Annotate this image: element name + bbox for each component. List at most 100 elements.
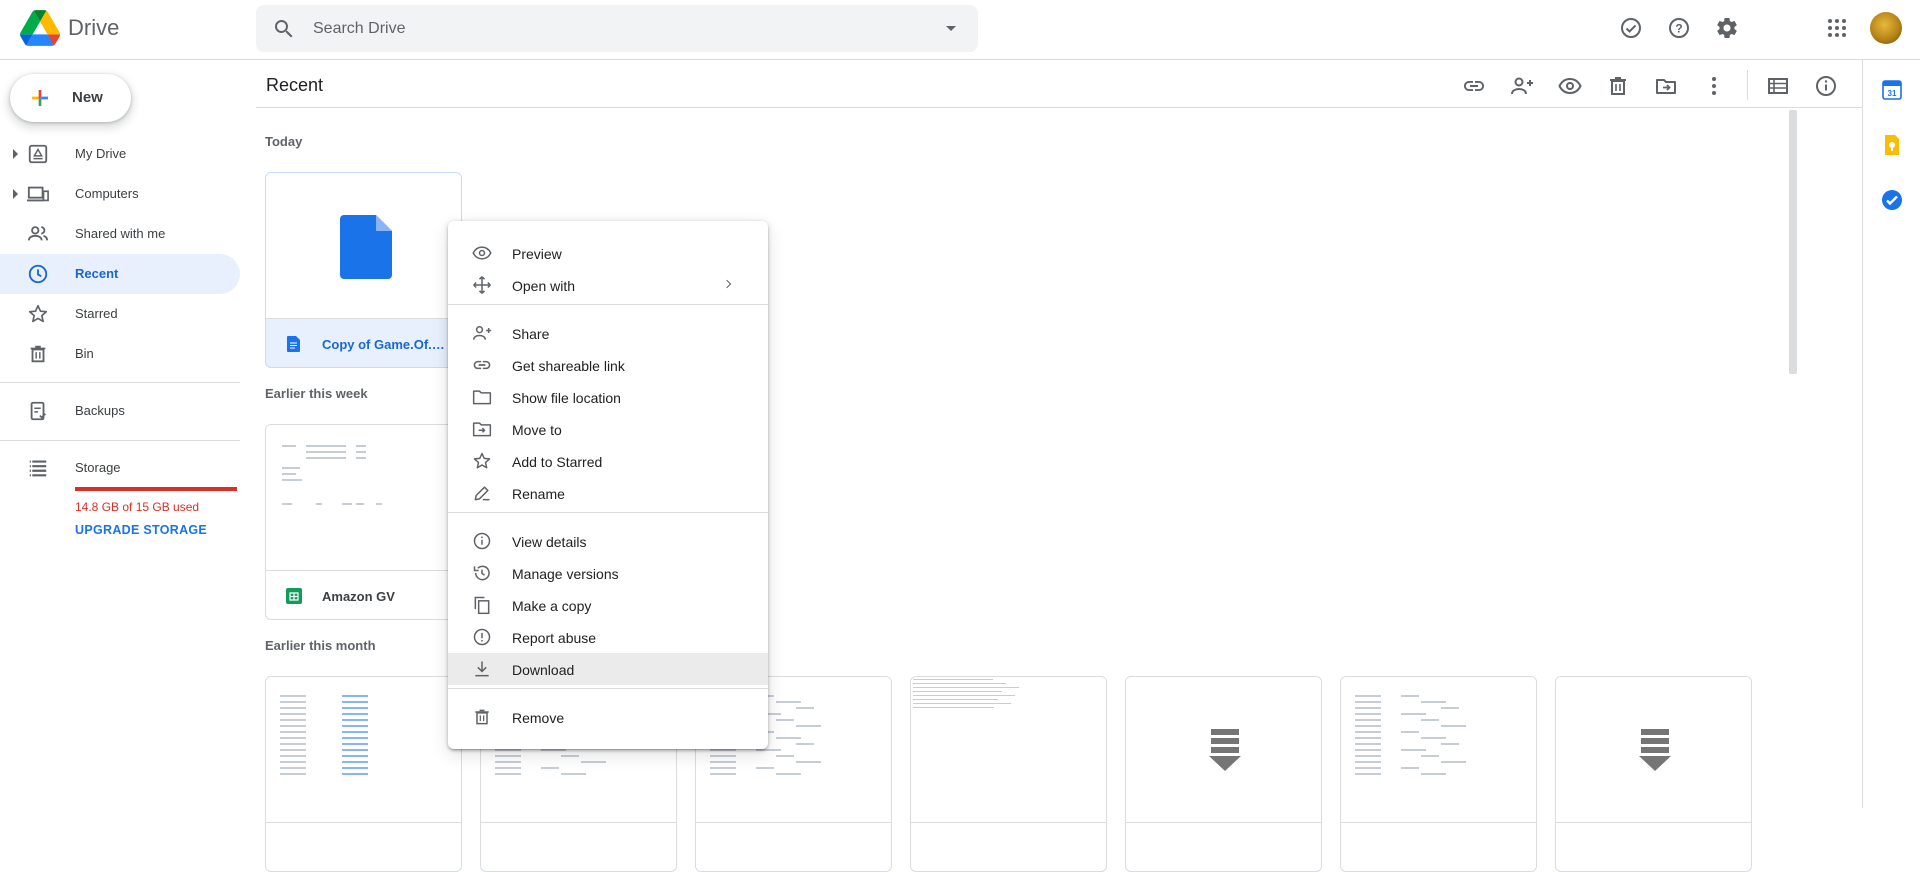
google-sheet-icon [286, 588, 302, 604]
sidebar-item-backups[interactable]: Backups [0, 391, 240, 431]
list-view-icon[interactable] [1764, 72, 1792, 100]
search-options-dropdown-icon[interactable] [946, 26, 956, 31]
menu-item-label: Move to [512, 422, 562, 438]
menu-item-rename[interactable]: Rename [448, 477, 768, 509]
history-icon [473, 565, 490, 581]
sidebar-item-bin[interactable]: Bin [0, 334, 240, 374]
calendar-icon[interactable]: 31 [1880, 78, 1904, 102]
sidebar-item-label: Backups [75, 403, 125, 418]
file-card[interactable]: Copy of Game.Of.Th... [265, 172, 462, 368]
menu-item-make-a-copy[interactable]: Make a copy [448, 589, 768, 621]
sidebar-item-label: Shared with me [75, 226, 166, 241]
report-icon [473, 628, 491, 646]
menu-item-share[interactable]: Share [448, 317, 768, 349]
section-header-earlier-this-week: Earlier this week [265, 386, 368, 401]
file-card[interactable] [1555, 676, 1752, 872]
section-header-today: Today [265, 134, 303, 149]
download-file-icon [1639, 729, 1671, 771]
settings-icon[interactable] [1713, 14, 1741, 42]
sidebar-item-shared-with-me[interactable]: Shared with me [0, 214, 240, 254]
menu-item-add-to-starred[interactable]: Add to Starred [448, 445, 768, 477]
link-icon[interactable] [1460, 72, 1488, 100]
folder-icon [472, 390, 492, 405]
menu-divider [448, 688, 768, 689]
tasks-icon[interactable] [1880, 188, 1904, 212]
computers-icon [27, 186, 49, 202]
file-card[interactable] [1125, 676, 1322, 872]
google-doc-icon [287, 336, 300, 352]
sidebar-item-label: Starred [75, 306, 118, 321]
sidebar-divider [0, 382, 240, 383]
file-card[interactable] [910, 676, 1107, 872]
file-thumbnail [1126, 677, 1321, 823]
vertical-scrollbar[interactable] [1789, 110, 1797, 374]
download-file-icon [1209, 729, 1241, 771]
svg-text:?: ? [1675, 22, 1682, 36]
backups-icon [30, 401, 46, 421]
file-card[interactable] [265, 676, 462, 872]
search-input[interactable]: Search Drive [313, 20, 405, 38]
chevron-right-icon [722, 279, 732, 289]
help-icon[interactable]: ? [1665, 14, 1693, 42]
file-card[interactable]: Amazon GV [265, 424, 462, 620]
link-icon [473, 360, 491, 370]
menu-item-label: Make a copy [512, 598, 592, 614]
move-icon[interactable] [1652, 72, 1680, 100]
move-to-icon [472, 422, 492, 437]
menu-item-open-with[interactable]: Open with [448, 269, 768, 301]
menu-item-view-details[interactable]: View details [448, 525, 768, 557]
sidebar-divider [0, 440, 240, 441]
search-icon[interactable] [272, 17, 296, 41]
storage-usage-bar [75, 487, 237, 491]
keep-icon[interactable] [1880, 133, 1904, 157]
sidebar-item-label: My Drive [75, 146, 127, 161]
account-avatar[interactable] [1870, 12, 1902, 44]
file-name: Copy of Game.Of.Th... [322, 337, 450, 352]
share-icon[interactable] [1508, 72, 1536, 100]
menu-item-get-shareable-link[interactable]: Get shareable link [448, 349, 768, 381]
menu-item-remove[interactable]: Remove [448, 701, 768, 733]
upgrade-storage-link[interactable]: UPGRADE STORAGE [75, 523, 207, 537]
menu-item-preview[interactable]: Preview [448, 237, 768, 269]
menu-item-label: Show file location [512, 390, 621, 406]
file-thumbnail [1556, 677, 1751, 823]
search-bar[interactable]: Search Drive [256, 5, 978, 52]
plus-icon [32, 90, 48, 106]
top-bar: Drive Search Drive ? [0, 0, 1920, 60]
file-card[interactable] [1340, 676, 1537, 872]
preview-icon[interactable] [1556, 72, 1584, 100]
sidebar-item-storage[interactable]: Storage [0, 448, 240, 488]
file-name: Amazon GV [322, 589, 395, 604]
sidebar-item-starred[interactable]: Starred [0, 294, 240, 334]
eye-icon [472, 246, 492, 260]
drive-logo-icon[interactable] [20, 10, 60, 46]
sidebar-item-label: Computers [75, 186, 139, 201]
download-icon [475, 661, 489, 677]
sidebar-item-my-drive[interactable]: My Drive [0, 134, 240, 174]
shared-icon [27, 226, 49, 241]
star-icon [28, 304, 48, 323]
file-footer: Copy of Game.Of.Th... [266, 319, 461, 367]
sidebar-item-recent[interactable]: Recent [0, 254, 240, 294]
support-check-icon[interactable] [1617, 14, 1645, 42]
bin-icon [475, 709, 489, 725]
expand-arrow-icon[interactable] [13, 149, 18, 159]
menu-item-report-abuse[interactable]: Report abuse [448, 621, 768, 653]
menu-item-label: View details [512, 534, 587, 550]
new-button[interactable]: New [10, 74, 131, 122]
app-name: Drive [68, 15, 120, 40]
star-icon [473, 452, 491, 469]
menu-item-download[interactable]: Download [448, 653, 768, 685]
info-icon [473, 532, 491, 550]
info-icon[interactable] [1812, 72, 1840, 100]
menu-item-move-to[interactable]: Move to [448, 413, 768, 445]
apps-grid-icon[interactable] [1823, 14, 1851, 42]
delete-icon[interactable] [1604, 72, 1632, 100]
expand-arrow-icon[interactable] [13, 189, 18, 199]
menu-item-manage-versions[interactable]: Manage versions [448, 557, 768, 589]
menu-item-show-file-location[interactable]: Show file location [448, 381, 768, 413]
more-icon[interactable] [1700, 72, 1728, 100]
menu-item-label: Report abuse [512, 630, 597, 646]
menu-item-label: Share [512, 326, 550, 342]
sidebar-item-computers[interactable]: Computers [0, 174, 240, 214]
